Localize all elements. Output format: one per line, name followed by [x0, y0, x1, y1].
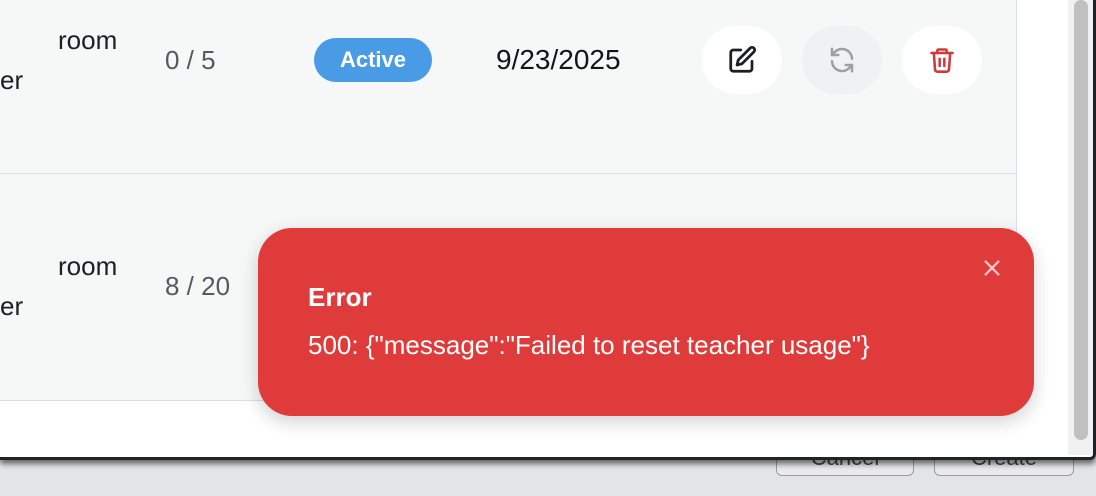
toast-title: Error [308, 282, 372, 312]
teacher-name-cell: room er [0, 246, 118, 326]
teacher-name-line2: er [0, 291, 24, 321]
usage-count: 8 / 20 [165, 271, 231, 301]
teacher-name-line2: er [0, 65, 24, 95]
refresh-icon [827, 45, 857, 75]
trash-icon [928, 45, 956, 75]
teacher-name-line1: room [58, 251, 118, 281]
table-row: room er 0 / 5 Active 9/23/2025 [0, 0, 1016, 174]
usage-count: 0 / 5 [165, 45, 216, 75]
reset-usage-button[interactable] [802, 26, 882, 94]
close-button[interactable] [978, 256, 1006, 284]
edit-button[interactable] [702, 26, 782, 94]
edit-icon [727, 45, 757, 75]
date-cell: 9/23/2025 [496, 44, 621, 75]
scrollbar[interactable] [1068, 0, 1093, 455]
toast-message: 500: {"message":"Failed to reset teacher… [308, 330, 870, 360]
scrollbar-thumb[interactable] [1074, 0, 1088, 440]
close-icon [981, 257, 1003, 284]
teacher-name-cell: room er [0, 20, 118, 100]
error-toast: Error 500: {"message":"Failed to reset t… [258, 228, 1034, 416]
status-badge: Active [314, 38, 432, 82]
delete-button[interactable] [902, 26, 982, 94]
teacher-name-line1: room [58, 25, 118, 55]
